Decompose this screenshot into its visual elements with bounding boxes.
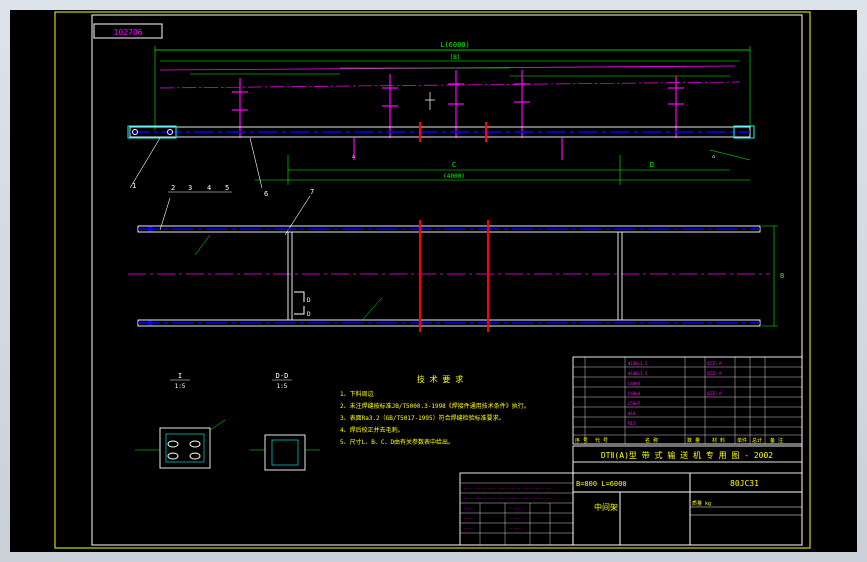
view-i-title: I <box>178 372 182 380</box>
dim-d: D <box>650 161 654 169</box>
col-code: 代 号 <box>595 437 608 444</box>
spec-text: B=800 L=6000 <box>576 480 627 488</box>
svg-text:L40×4: L40×4 <box>628 391 641 396</box>
svg-text:L50×5: L50×5 <box>628 401 641 406</box>
model-space <box>10 10 857 552</box>
dim-c: C <box>452 161 456 169</box>
col-qty: 数 量 <box>687 437 700 444</box>
cad-viewport[interactable]: 102706 L(6000) (B) C (4000) D ⌂ ⌂ 1 2 3 … <box>10 10 857 552</box>
weight-label: 质量 kg <box>692 500 711 507</box>
series-title: DTⅡ(A)型 带 式 输 送 机 专 用 图 - 2002 <box>601 450 773 460</box>
drawing-canvas: 102706 L(6000) (B) C (4000) D ⌂ ⌂ 1 2 3 … <box>10 10 857 552</box>
view-d-scale: 1:5 <box>277 383 288 390</box>
section-d-top: D <box>307 297 311 304</box>
col-remark: 备 注 <box>770 437 783 444</box>
balloon-2: 2 <box>171 184 175 192</box>
tech-req-4: 4、焊后校正并去毛刺。 <box>340 426 404 434</box>
balloon-4: 4 <box>207 184 211 192</box>
col-total: 总计 <box>752 437 762 444</box>
tech-req-3: 3、表面Ra3.2（GB/T5017-1995）符合焊缝检验标准要求。 <box>340 414 505 422</box>
balloon-5: 5 <box>225 184 229 192</box>
tech-req-2: 2、未注焊缝按标准JB/T5000.3-1998《焊接件通用技术条件》执行。 <box>340 402 530 410</box>
svg-text:Φ16: Φ16 <box>628 411 636 416</box>
window-frame: 102706 L(6000) (B) C (4000) D ⌂ ⌂ 1 2 3 … <box>0 0 867 562</box>
svg-text:L40×4: L40×4 <box>628 381 641 386</box>
view-i-scale: 1:5 <box>175 383 186 390</box>
svg-text:M12: M12 <box>628 421 636 426</box>
svg-text:······: ······ <box>508 506 522 511</box>
balloon-7: 7 <box>310 188 314 196</box>
tech-req-5: 5、尺寸L、B、C、D由有关参数表中给出。 <box>340 438 454 446</box>
dim-overall: L(6000) <box>440 41 470 49</box>
svg-text:Φ108×3.5: Φ108×3.5 <box>628 371 648 376</box>
view-d-title: D-D <box>276 372 289 380</box>
tech-req-title: 技 术 要 求 <box>417 374 463 384</box>
svg-text:······························: ····································· <box>463 496 552 501</box>
part-name: 中间架 <box>594 502 618 512</box>
col-name: 名 称 <box>645 437 658 444</box>
svg-text:······: ······ <box>508 516 522 521</box>
svg-text:······: ······ <box>508 526 522 531</box>
svg-text:Q235-A: Q235-A <box>707 371 722 376</box>
balloon-1: 1 <box>132 182 136 190</box>
svg-text:Φ108×3.5: Φ108×3.5 <box>628 361 648 366</box>
section-d-bottom: D <box>307 311 311 318</box>
svg-text:·····: ····· <box>463 506 475 511</box>
code-box-text: 102706 <box>114 28 143 37</box>
svg-text:⌂: ⌂ <box>712 154 715 160</box>
svg-text:Q235-A: Q235-A <box>707 361 722 366</box>
dim-c-val: (4000) <box>443 173 465 180</box>
dim-right: B <box>780 272 784 280</box>
svg-text:·····: ····· <box>463 526 475 531</box>
svg-text:······························: ····································· <box>463 486 552 491</box>
tech-req-1: 1、下料周边 <box>340 390 374 398</box>
col-material: 材 料 <box>712 437 725 444</box>
drawing-code: 80JC31 <box>730 479 759 488</box>
balloon-3: 3 <box>188 184 192 192</box>
col-unit: 单件 <box>737 437 747 444</box>
svg-text:·····: ····· <box>463 516 475 521</box>
balloon-6: 6 <box>264 190 268 198</box>
svg-text:Q235-A: Q235-A <box>707 391 722 396</box>
col-no: 序 号 <box>575 437 588 444</box>
dim-top-a: (B) <box>450 54 461 61</box>
svg-text:⌂: ⌂ <box>352 154 355 160</box>
